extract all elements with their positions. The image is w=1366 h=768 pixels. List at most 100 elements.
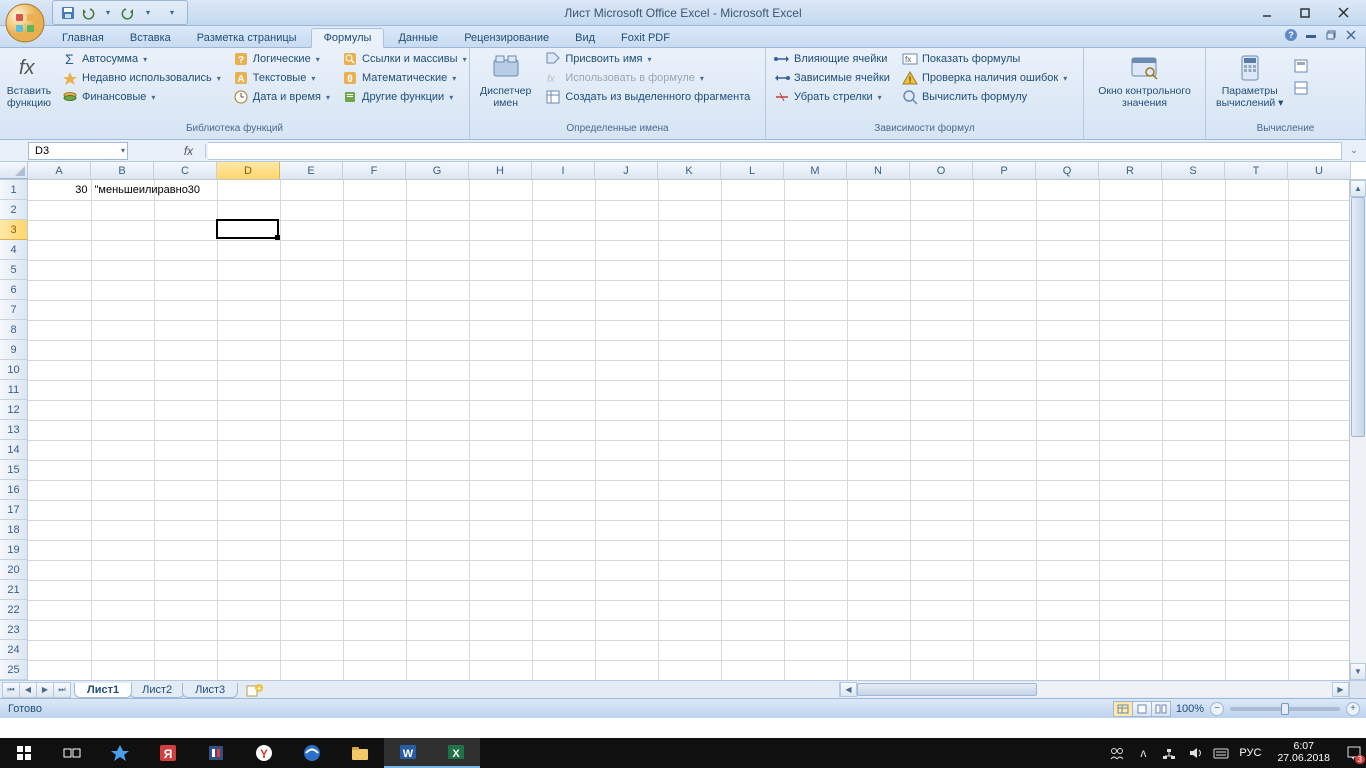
cell[interactable] xyxy=(910,340,973,360)
cell[interactable] xyxy=(343,600,406,620)
cell[interactable] xyxy=(847,640,910,660)
vertical-scrollbar[interactable]: ▲ ▼ xyxy=(1349,180,1366,680)
zoom-handle[interactable] xyxy=(1281,703,1289,715)
cell[interactable] xyxy=(406,360,469,380)
cell[interactable] xyxy=(280,380,343,400)
cell[interactable] xyxy=(847,620,910,640)
cell[interactable] xyxy=(154,240,217,260)
row-header[interactable]: 2 xyxy=(0,200,28,220)
cell[interactable] xyxy=(784,520,847,540)
cell[interactable] xyxy=(280,280,343,300)
cell[interactable] xyxy=(847,320,910,340)
column-header[interactable]: B xyxy=(91,162,154,179)
cell[interactable] xyxy=(280,520,343,540)
cell[interactable] xyxy=(406,320,469,340)
cell[interactable] xyxy=(847,480,910,500)
cell[interactable] xyxy=(658,260,721,280)
cell[interactable] xyxy=(1099,300,1162,320)
row-header[interactable]: 10 xyxy=(0,360,28,380)
cell[interactable] xyxy=(1162,240,1225,260)
cell[interactable] xyxy=(847,280,910,300)
cell[interactable] xyxy=(217,520,280,540)
cell[interactable] xyxy=(1162,360,1225,380)
cell[interactable] xyxy=(1162,560,1225,580)
cell[interactable] xyxy=(154,420,217,440)
financial-button[interactable]: Финансовые▾ xyxy=(58,88,225,106)
cell[interactable] xyxy=(280,400,343,420)
cell[interactable] xyxy=(658,640,721,660)
qat-customize-icon[interactable]: ▾ xyxy=(165,6,179,20)
cell[interactable] xyxy=(910,260,973,280)
cell[interactable] xyxy=(1225,320,1288,340)
sheet-nav-first[interactable]: ⏮ xyxy=(2,682,20,698)
cell[interactable] xyxy=(28,560,91,580)
logical-button[interactable]: ?Логические▾ xyxy=(229,50,334,68)
column-header[interactable]: G xyxy=(406,162,469,179)
cell[interactable] xyxy=(217,460,280,480)
cell[interactable] xyxy=(1099,420,1162,440)
cell[interactable] xyxy=(847,660,910,680)
cell[interactable] xyxy=(1225,460,1288,480)
cell[interactable] xyxy=(721,340,784,360)
cell[interactable] xyxy=(1225,200,1288,220)
cell[interactable] xyxy=(595,340,658,360)
cell[interactable] xyxy=(847,300,910,320)
cell[interactable] xyxy=(280,460,343,480)
cell[interactable] xyxy=(406,580,469,600)
cell[interactable] xyxy=(721,280,784,300)
cell[interactable] xyxy=(1099,600,1162,620)
cell[interactable] xyxy=(280,560,343,580)
column-header[interactable]: P xyxy=(973,162,1036,179)
cell[interactable] xyxy=(154,620,217,640)
cell[interactable] xyxy=(595,660,658,680)
cell[interactable] xyxy=(280,480,343,500)
cell[interactable] xyxy=(910,600,973,620)
vscroll-track[interactable] xyxy=(1350,197,1366,663)
cell[interactable] xyxy=(595,540,658,560)
cell[interactable] xyxy=(1288,480,1351,500)
cell[interactable] xyxy=(91,200,154,220)
cell[interactable] xyxy=(91,260,154,280)
cell[interactable] xyxy=(1162,220,1225,240)
cell[interactable] xyxy=(1162,280,1225,300)
cell[interactable] xyxy=(784,420,847,440)
cell[interactable] xyxy=(1162,620,1225,640)
cell[interactable] xyxy=(91,360,154,380)
cell[interactable] xyxy=(784,320,847,340)
cell[interactable] xyxy=(1099,560,1162,580)
cell[interactable] xyxy=(658,540,721,560)
cell[interactable] xyxy=(28,300,91,320)
cell[interactable] xyxy=(973,560,1036,580)
cell[interactable] xyxy=(532,240,595,260)
trace-dependents-button[interactable]: Зависимые ячейки xyxy=(770,69,894,87)
cell[interactable] xyxy=(469,540,532,560)
cell[interactable] xyxy=(658,420,721,440)
redo-dropdown-icon[interactable]: ▾ xyxy=(141,6,155,20)
tray-volume-icon[interactable] xyxy=(1187,745,1203,761)
cell[interactable] xyxy=(721,420,784,440)
row-header[interactable]: 18 xyxy=(0,520,28,540)
cell[interactable] xyxy=(973,500,1036,520)
cell[interactable] xyxy=(847,340,910,360)
cell[interactable] xyxy=(154,520,217,540)
cell[interactable] xyxy=(847,180,910,200)
cell[interactable] xyxy=(1162,420,1225,440)
cell[interactable] xyxy=(1099,360,1162,380)
cell[interactable] xyxy=(154,500,217,520)
cell[interactable] xyxy=(28,220,91,240)
cell[interactable] xyxy=(217,280,280,300)
zoom-out-button[interactable]: − xyxy=(1210,702,1224,716)
calculate-now-icon[interactable] xyxy=(1293,58,1309,74)
row-header[interactable]: 4 xyxy=(0,240,28,260)
cell[interactable] xyxy=(469,600,532,620)
cell[interactable] xyxy=(154,340,217,360)
cell[interactable] xyxy=(1288,240,1351,260)
cell[interactable] xyxy=(91,300,154,320)
cell[interactable] xyxy=(469,260,532,280)
cell[interactable] xyxy=(217,260,280,280)
cell[interactable] xyxy=(217,560,280,580)
show-formulas-button[interactable]: fxПоказать формулы xyxy=(898,50,1071,68)
cell[interactable] xyxy=(973,480,1036,500)
cell[interactable] xyxy=(973,660,1036,680)
cell[interactable] xyxy=(1225,280,1288,300)
